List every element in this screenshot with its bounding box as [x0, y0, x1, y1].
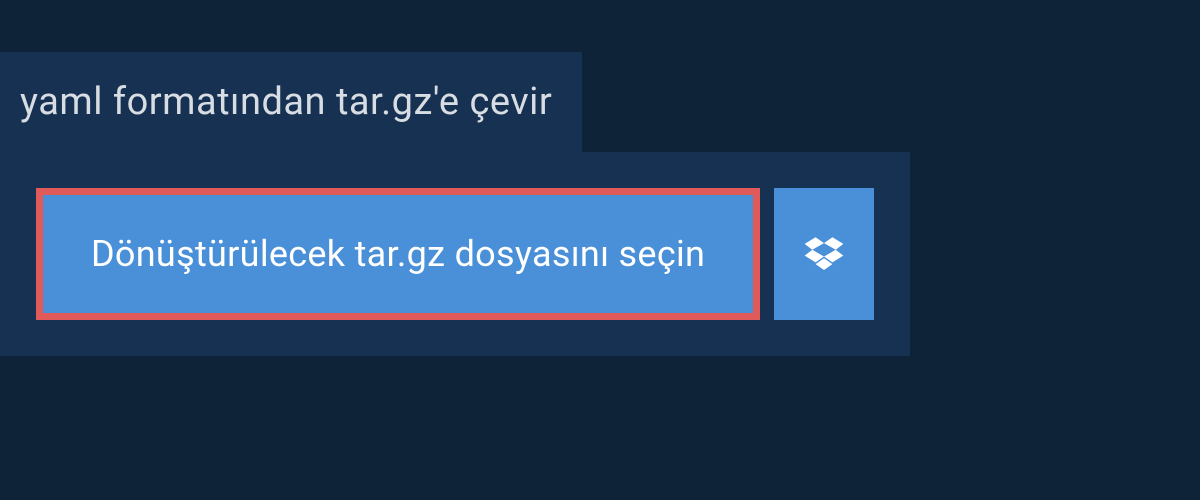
dropbox-icon: [803, 233, 845, 275]
upload-panel: Dönüştürülecek tar.gz dosyasını seçin: [0, 152, 910, 356]
button-row: Dönüştürülecek tar.gz dosyasını seçin: [36, 188, 874, 320]
select-file-button[interactable]: Dönüştürülecek tar.gz dosyasını seçin: [36, 188, 760, 320]
page-title: yaml formatından tar.gz'e çevir: [20, 80, 552, 124]
select-file-label: Dönüştürülecek tar.gz dosyasını seçin: [91, 233, 705, 275]
header-tab: yaml formatından tar.gz'e çevir: [0, 52, 582, 152]
dropbox-button[interactable]: [774, 188, 874, 320]
